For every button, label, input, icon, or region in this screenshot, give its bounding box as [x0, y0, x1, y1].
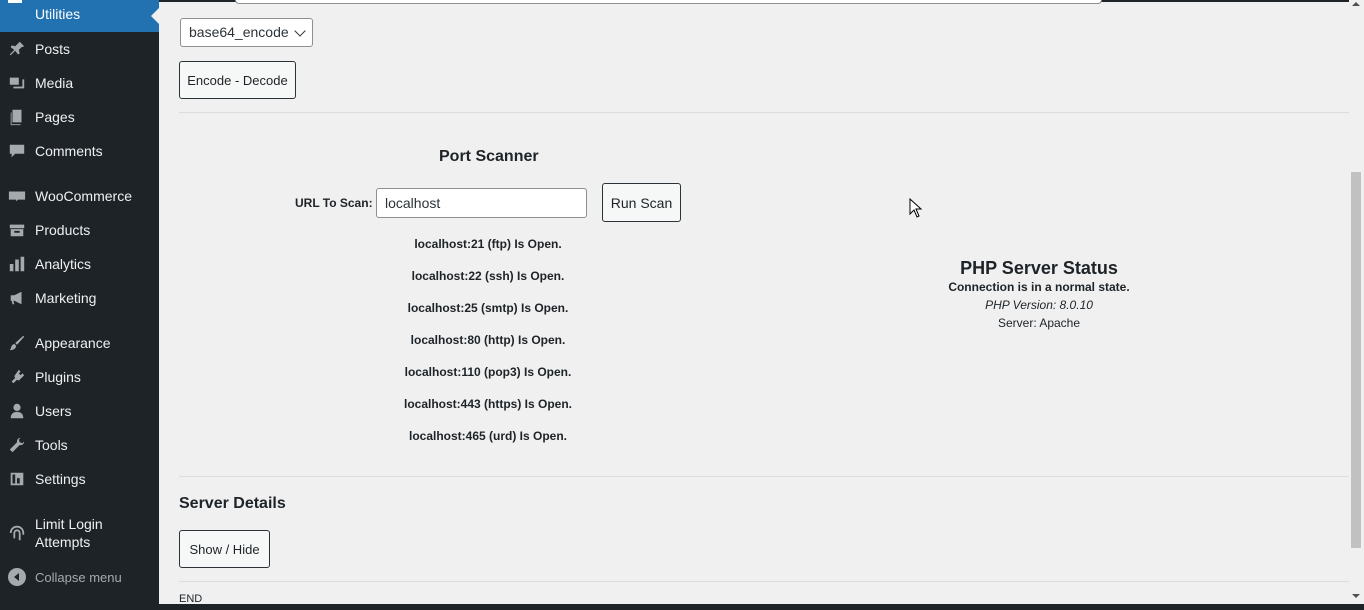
comment-icon [7, 141, 27, 161]
sidebar-item-utilities[interactable]: Utilities [0, 0, 159, 32]
sidebar-item-plugins[interactable]: Plugins [0, 360, 159, 394]
woo-icon [7, 186, 27, 206]
connection-status: Connection is in a normal state. [948, 280, 1130, 294]
wrench-icon [7, 435, 27, 455]
scroll-up-icon[interactable] [1352, 2, 1360, 6]
sidebar-item-pages[interactable]: Pages [0, 100, 159, 134]
bar-chart-icon [7, 254, 27, 274]
scan-result: localhost:443 (https) Is Open. [403, 397, 573, 411]
sidebar-item-posts[interactable]: Posts [0, 32, 159, 66]
scan-result: localhost:465 (urd) Is Open. [408, 429, 568, 443]
sidebar-item-woocommerce[interactable]: WooCommerce [0, 179, 159, 213]
sidebar-item-tools[interactable]: Tools [0, 428, 159, 462]
sidebar-item-label: Users [35, 403, 72, 419]
sidebar-item-label: Plugins [35, 369, 81, 385]
php-status-title: PHP Server Status [960, 258, 1118, 278]
bottom-edge [0, 604, 1364, 610]
sidebar-item-label: Tools [35, 437, 68, 453]
plugin-icon [7, 367, 27, 387]
text-input-edge[interactable] [235, 0, 1102, 4]
media-icon [7, 73, 27, 93]
sidebar-item-limit-login[interactable]: Limit Login Attempts [0, 511, 159, 555]
sidebar-item-media[interactable]: Media [0, 66, 159, 100]
sidebar-item-label: Analytics [35, 256, 92, 272]
user-icon [7, 401, 27, 421]
pin-icon [7, 39, 27, 59]
scroll-down-icon[interactable] [1352, 594, 1360, 598]
sidebar-item-analytics[interactable]: Analytics [0, 247, 159, 281]
admin-sidebar: Utilities Posts Media Pages Comments Woo… [0, 0, 159, 610]
sidebar-item-label: Utilities [35, 6, 81, 22]
sidebar-item-label: Media [35, 75, 74, 91]
scan-result: localhost:21 (ftp) Is Open. [414, 237, 562, 251]
url-to-scan-label: URL To Scan: [295, 196, 373, 210]
section-divider [179, 112, 1349, 113]
paintbrush-icon [7, 333, 27, 353]
fingerprint-icon [7, 523, 27, 543]
select-value: base64_encode [189, 24, 289, 40]
sidebar-item-label: Comments [35, 143, 103, 159]
port-scanner-title: Port Scanner [439, 148, 539, 165]
collapse-menu-button[interactable]: Collapse menu [0, 566, 122, 588]
sidebar-item-label: Posts [35, 41, 71, 57]
encode-decode-button[interactable]: Encode - Decode [179, 61, 296, 99]
section-divider [179, 476, 1349, 477]
sidebar-item-label: Marketing [35, 290, 97, 306]
archive-icon [7, 220, 27, 240]
collapse-arrow-icon [8, 568, 26, 586]
run-scan-button[interactable]: Run Scan [602, 183, 681, 222]
sidebar-item-label: Products [35, 222, 91, 238]
php-version: PHP Version: 8.0.10 [985, 298, 1093, 312]
server-details-title: Server Details [179, 495, 286, 512]
vertical-scrollbar[interactable] [1349, 0, 1364, 610]
sidebar-item-users[interactable]: Users [0, 394, 159, 428]
sidebar-item-label: Appearance [35, 335, 111, 351]
url-to-scan-input[interactable]: localhost [376, 188, 587, 218]
sidebar-item-comments[interactable]: Comments [0, 134, 159, 168]
section-divider [179, 581, 1349, 582]
sidebar-item-marketing[interactable]: Marketing [0, 281, 159, 315]
sidebar-item-label: WooCommerce [35, 188, 132, 204]
settings-icon [7, 469, 27, 489]
sidebar-item-products[interactable]: Products [0, 213, 159, 247]
scrollbar-thumb[interactable] [1351, 172, 1361, 548]
scan-result: localhost:25 (smtp) Is Open. [407, 301, 569, 315]
main-content: base64_encode Encode - Decode Port Scann… [159, 0, 1349, 610]
server-type: Server: Apache [997, 316, 1081, 330]
sidebar-item-label: Settings [35, 471, 86, 487]
sidebar-item-settings[interactable]: Settings [0, 462, 159, 496]
active-notch [151, 8, 159, 24]
encode-function-select[interactable]: base64_encode [180, 18, 313, 47]
megaphone-icon [7, 288, 27, 308]
scan-result: localhost:110 (pop3) Is Open. [404, 365, 572, 379]
scan-result: localhost:22 (ssh) Is Open. [411, 269, 565, 283]
chevron-down-icon [294, 25, 306, 37]
active-indicator [8, 0, 22, 3]
sidebar-item-label: Pages [35, 109, 75, 125]
pages-icon [7, 107, 27, 127]
collapse-menu-label: Collapse menu [35, 569, 122, 585]
sidebar-item-appearance[interactable]: Appearance [0, 326, 159, 360]
show-hide-button[interactable]: Show / Hide [179, 530, 270, 568]
scan-result: localhost:80 (http) Is Open. [410, 333, 566, 347]
mouse-cursor-icon [909, 198, 923, 218]
sidebar-item-label: Limit Login Attempts [35, 516, 103, 550]
